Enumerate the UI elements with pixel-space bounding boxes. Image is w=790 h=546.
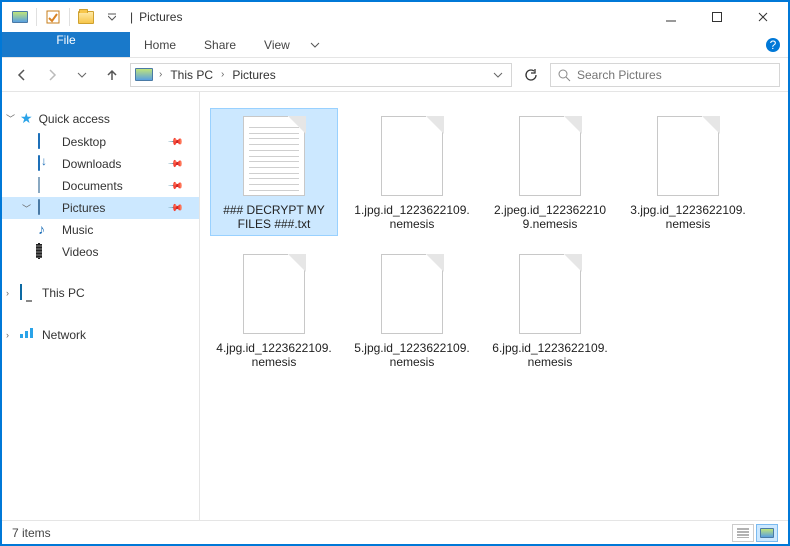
- nav-row: › This PC › Pictures: [2, 58, 788, 92]
- sidebar-item-label: Desktop: [62, 135, 106, 149]
- sidebar-item-downloads[interactable]: Downloads 📌: [2, 153, 199, 175]
- search-input[interactable]: [577, 68, 773, 82]
- file-item[interactable]: 6.jpg.id_1223622109.nemesis: [486, 246, 614, 374]
- sidebar-item-label: Pictures: [62, 201, 105, 215]
- search-box[interactable]: [550, 63, 780, 87]
- network-icon: [20, 327, 36, 343]
- file-icon: [377, 113, 447, 199]
- sidebar-item-label: Quick access: [39, 112, 110, 126]
- breadcrumb-this-pc[interactable]: This PC: [168, 68, 215, 82]
- file-label: 1.jpg.id_1223622109.nemesis: [353, 203, 471, 231]
- pin-icon: 📌: [166, 200, 183, 217]
- file-item[interactable]: ### DECRYPT MY FILES ###.txt: [210, 108, 338, 236]
- ribbon-expand-icon[interactable]: [304, 32, 326, 57]
- pin-icon: 📌: [166, 178, 183, 195]
- file-label: ### DECRYPT MY FILES ###.txt: [215, 203, 333, 231]
- sidebar-item-pictures[interactable]: ﹀Pictures📌: [2, 197, 199, 219]
- file-icon: [377, 251, 447, 337]
- music-icon: ♪: [38, 221, 45, 237]
- file-icon: [515, 113, 585, 199]
- status-count: 7 items: [12, 526, 51, 540]
- qa-properties-icon[interactable]: [41, 5, 65, 29]
- sidebar-item-quick-access[interactable]: ﹀ ★ Quick access: [2, 106, 199, 131]
- sidebar-item-label: Music: [62, 223, 93, 237]
- sidebar-item-this-pc[interactable]: › This PC: [2, 281, 199, 305]
- recent-locations-dropdown[interactable]: [70, 63, 94, 87]
- tab-share[interactable]: Share: [190, 32, 250, 57]
- file-icon: [653, 113, 723, 199]
- sidebar-item-network[interactable]: › Network: [2, 323, 199, 347]
- file-menu-button[interactable]: File: [2, 32, 130, 57]
- file-item[interactable]: 3.jpg.id_1223622109.nemesis: [624, 108, 752, 236]
- doc-icon: [38, 177, 40, 193]
- up-button[interactable]: [100, 63, 124, 87]
- pin-icon: 📌: [166, 156, 183, 173]
- content-pane[interactable]: ### DECRYPT MY FILES ###.txt 1.jpg.id_122…: [200, 92, 788, 520]
- sidebar-item-videos[interactable]: Videos: [2, 241, 199, 263]
- search-icon: [557, 68, 571, 82]
- address-bar[interactable]: › This PC › Pictures: [130, 63, 512, 87]
- help-icon[interactable]: ?: [758, 32, 788, 57]
- video-icon: [38, 243, 40, 259]
- sidebar-item-label: Documents: [62, 179, 123, 193]
- status-bar: 7 items: [2, 520, 788, 544]
- forward-button[interactable]: [40, 63, 64, 87]
- down-icon: [38, 155, 40, 171]
- monitor-icon: [20, 285, 36, 301]
- close-button[interactable]: [740, 2, 786, 32]
- location-icon: [135, 68, 153, 81]
- file-label: 5.jpg.id_1223622109.nemesis: [353, 341, 471, 369]
- star-icon: ★: [20, 110, 33, 127]
- sidebar-item-label: Downloads: [62, 157, 121, 171]
- file-icon: [239, 251, 309, 337]
- breadcrumb-chevron-icon[interactable]: ›: [157, 69, 164, 80]
- sidebar-item-label: Videos: [62, 245, 98, 259]
- breadcrumb-pictures[interactable]: Pictures: [230, 68, 277, 82]
- tab-home[interactable]: Home: [130, 32, 190, 57]
- file-label: 2.jpeg.id_1223622109.nemesis: [491, 203, 609, 231]
- file-label: 6.jpg.id_1223622109.nemesis: [491, 341, 609, 369]
- window-title: Pictures: [139, 10, 182, 24]
- svg-text:?: ?: [770, 38, 777, 52]
- file-item[interactable]: 2.jpeg.id_1223622109.nemesis: [486, 108, 614, 236]
- sidebar-item-label: This PC: [42, 286, 85, 300]
- qa-newfolder-icon[interactable]: [74, 5, 98, 29]
- refresh-button[interactable]: [518, 63, 544, 87]
- file-label: 4.jpg.id_1223622109.nemesis: [215, 341, 333, 369]
- file-item[interactable]: 1.jpg.id_1223622109.nemesis: [348, 108, 476, 236]
- desktop-icon: [38, 133, 40, 149]
- sidebar-item-label: Network: [42, 328, 86, 342]
- file-icon: [515, 251, 585, 337]
- sidebar-item-documents[interactable]: Documents 📌: [2, 175, 199, 197]
- sidebar: ﹀ ★ Quick access Desktop📌Downloads📌Docum…: [2, 92, 200, 520]
- titlebar: | Pictures: [2, 2, 788, 32]
- view-details-button[interactable]: [732, 524, 754, 542]
- app-icon[interactable]: [8, 5, 32, 29]
- address-dropdown-icon[interactable]: [489, 70, 507, 80]
- tab-view[interactable]: View: [250, 32, 304, 57]
- pic-icon: [38, 199, 40, 215]
- breadcrumb-chevron-icon[interactable]: ›: [219, 69, 226, 80]
- pin-icon: 📌: [166, 134, 183, 151]
- view-large-icons-button[interactable]: [756, 524, 778, 542]
- sidebar-item-music[interactable]: ♪ Music: [2, 219, 199, 241]
- sidebar-item-desktop[interactable]: Desktop 📌: [2, 131, 199, 153]
- file-item[interactable]: 5.jpg.id_1223622109.nemesis: [348, 246, 476, 374]
- maximize-button[interactable]: [694, 2, 740, 32]
- qa-customize-dropdown-icon[interactable]: [100, 5, 124, 29]
- ribbon: File Home Share View ?: [2, 32, 788, 58]
- file-icon: [239, 113, 309, 199]
- titlebar-divider: |: [130, 10, 133, 24]
- file-item[interactable]: 4.jpg.id_1223622109.nemesis: [210, 246, 338, 374]
- back-button[interactable]: [10, 63, 34, 87]
- file-label: 3.jpg.id_1223622109.nemesis: [629, 203, 747, 231]
- minimize-button[interactable]: [648, 2, 694, 32]
